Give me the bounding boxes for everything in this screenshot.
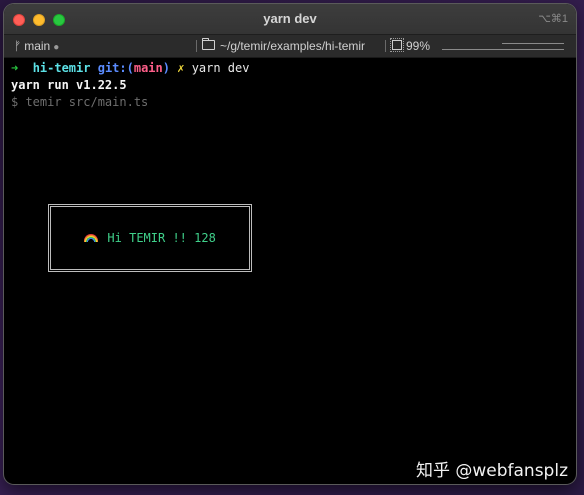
status-path-label: ~/g/temir/examples/hi-temir <box>220 39 366 53</box>
cpu-icon <box>390 38 404 52</box>
status-branch[interactable]: ᚠ main ● <box>14 35 59 59</box>
prompt-dirty-mark: ✗ <box>177 61 185 75</box>
terminal-output[interactable]: ➜ hi-temir git:(main) ✗ yarn dev yarn ru… <box>11 60 570 484</box>
prompt-git-branch: main <box>133 61 163 75</box>
status-branch-label: main <box>24 39 51 53</box>
rainbow-icon <box>84 234 99 242</box>
status-path[interactable]: ~/g/temir/examples/hi-temir <box>202 35 365 57</box>
prompt-cwd: hi-temir <box>32 61 91 75</box>
status-cpu-label: 99% <box>406 39 431 53</box>
watermark: 知乎 @webfansplz <box>415 461 568 481</box>
status-bar: ᚠ main ● ~/g/temir/examples/hi-temir 99% <box>4 35 576 58</box>
tui-message: Hi TEMIR !! 128 <box>51 231 249 245</box>
title-bar: yarn dev ⌥⌘1 <box>4 4 576 35</box>
yarn-version-line: yarn run v1.22.5 <box>11 78 127 92</box>
run-command-line: $ temir src/main.ts <box>11 95 149 109</box>
status-divider <box>385 40 386 52</box>
cpu-graph <box>502 43 564 44</box>
status-cpu[interactable]: 99% <box>390 35 431 57</box>
terminal-window: yarn dev ⌥⌘1 ᚠ main ● ~/g/temir/examples/h… <box>4 4 576 484</box>
tui-box: Hi TEMIR !! 128 <box>48 204 252 272</box>
dirty-indicator-icon: ● <box>53 42 60 53</box>
prompt-git-close: ) <box>162 61 170 75</box>
status-divider <box>196 40 197 52</box>
tui-message-text: Hi TEMIR !! 128 <box>107 231 216 245</box>
branch-icon: ᚠ <box>14 39 22 53</box>
prompt-git-label: git:( <box>97 61 134 75</box>
folder-icon <box>202 38 215 50</box>
prompt-arrow-icon: ➜ <box>11 61 19 75</box>
window-shortcut: ⌥⌘1 <box>538 13 568 25</box>
prompt-line: ➜ hi-temir git:(main) ✗ yarn dev <box>11 60 570 77</box>
window-title: yarn dev <box>263 11 317 26</box>
cpu-graph-baseline <box>442 49 564 50</box>
prompt-command: yarn dev <box>191 61 250 75</box>
